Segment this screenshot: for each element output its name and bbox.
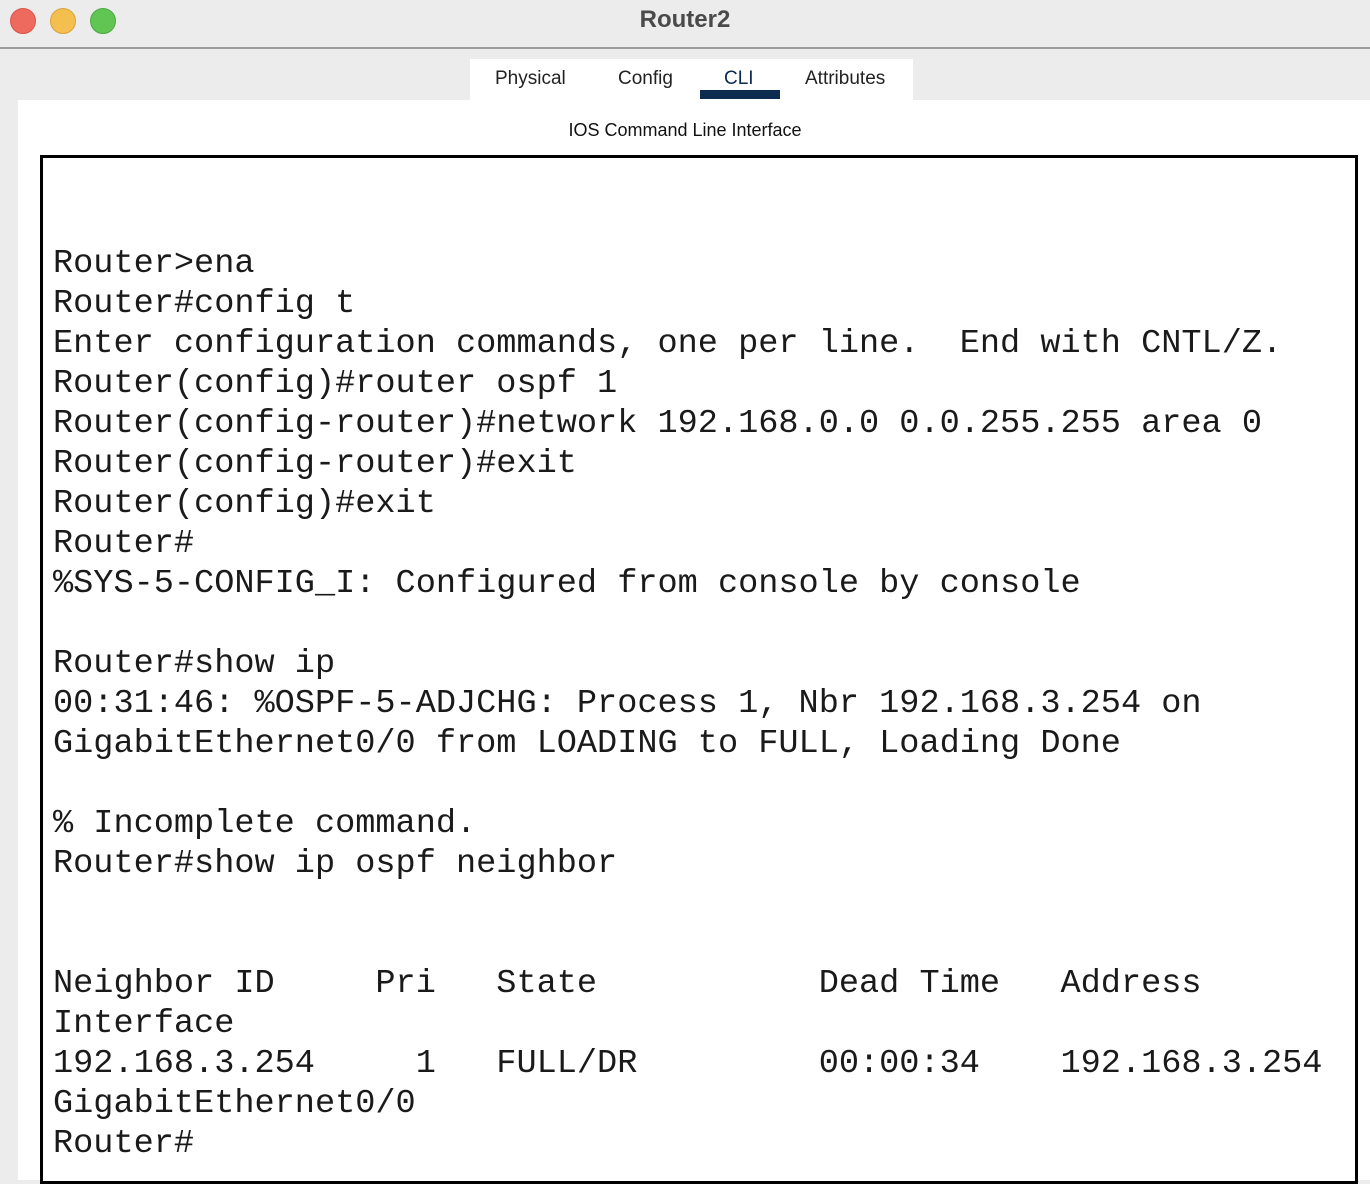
terminal-line: Enter configuration commands, one per li…	[53, 325, 1283, 363]
tab-config[interactable]: Config	[618, 68, 673, 90]
terminal-line: GigabitEthernet0/0 from LOADING to FULL,…	[53, 725, 1121, 763]
terminal-line: 192.168.3.254 1 FULL/DR 00:00:34 192.168…	[53, 1045, 1323, 1083]
tab-bar: Physical Config CLI Attributes	[470, 59, 913, 100]
tab-attributes[interactable]: Attributes	[805, 68, 885, 90]
terminal-line: Neighbor ID Pri State Dead Time Address	[53, 965, 1202, 1003]
terminal-line: % Incomplete command.	[53, 805, 477, 843]
title-bar: Router2	[0, 0, 1370, 49]
terminal-line: Router#	[53, 525, 195, 563]
terminal-line: Router#show ip	[53, 645, 336, 683]
window-title: Router2	[639, 6, 731, 33]
terminal-line: Router#config t	[53, 285, 356, 323]
terminal-line: Router(config)#exit	[53, 485, 436, 523]
terminal-line: Router>ena	[53, 245, 255, 283]
terminal-line: Router#show ip ospf neighbor	[53, 845, 618, 883]
terminal-line: GigabitEthernet0/0	[53, 1085, 416, 1123]
terminal-line: %SYS-5-CONFIG_I: Configured from console…	[53, 565, 1081, 603]
terminal-line: Router(config-router)#exit	[53, 445, 577, 483]
cli-terminal[interactable]: Router>ena Router#config t Enter configura…	[40, 155, 1358, 1184]
active-tab-indicator	[700, 90, 780, 99]
panel-label: IOS Command Line Interface	[568, 120, 802, 140]
terminal-line: Interface	[53, 1005, 235, 1043]
terminal-line: 00:31:46: %OSPF-5-ADJCHG: Process 1, Nbr…	[53, 685, 1202, 723]
terminal-line: Router(config-router)#network 192.168.0.…	[53, 405, 1263, 443]
terminal-line: Router#	[53, 1125, 195, 1163]
terminal-line: Router(config)#router ospf 1	[53, 365, 618, 403]
tab-physical[interactable]: Physical	[495, 68, 566, 90]
tab-cli[interactable]: CLI	[724, 68, 754, 90]
